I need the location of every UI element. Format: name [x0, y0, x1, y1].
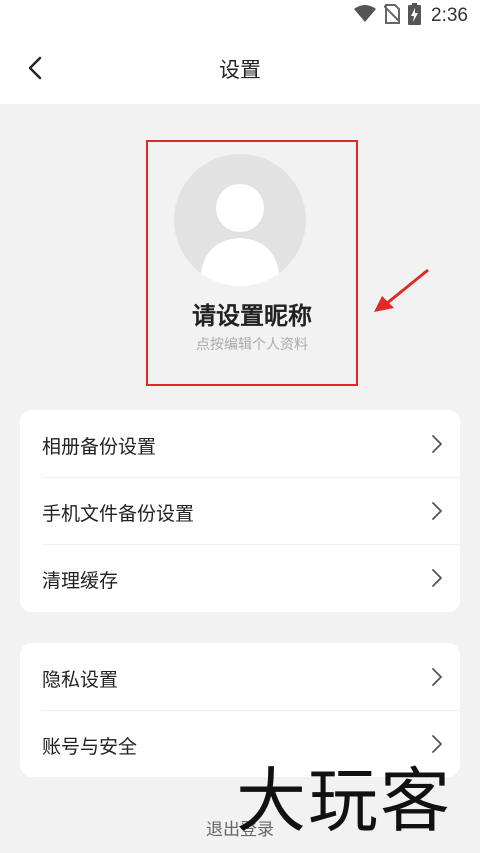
page-title: 设置: [219, 58, 261, 82]
profile-card[interactable]: 请设置昵称 点按编辑个人资料: [146, 140, 358, 386]
settings-item-privacy[interactable]: 隐私设置: [20, 643, 460, 710]
top-bar-background: 2:36 设置: [0, 0, 480, 104]
settings-item-album-backup[interactable]: 相册备份设置: [20, 410, 460, 477]
settings-item-label: 隐私设置: [42, 669, 119, 691]
status-time: 2:36: [431, 5, 468, 26]
settings-item-clear-cache[interactable]: 清理缓存: [20, 544, 460, 611]
chevron-right-icon: [432, 569, 442, 587]
settings-item-label: 账号与安全: [42, 736, 138, 758]
battery-charging-icon: [408, 3, 422, 29]
settings-item-label: 相册备份设置: [42, 436, 157, 458]
wifi-icon: [354, 5, 377, 27]
edit-profile-hint: 点按编辑个人资料: [196, 337, 308, 353]
status-icons: 2:36: [354, 3, 468, 29]
no-sim-icon: [383, 4, 401, 28]
header: 设置: [0, 36, 480, 104]
avatar[interactable]: [174, 154, 306, 286]
settings-item-label: 清理缓存: [42, 570, 119, 592]
chevron-right-icon: [432, 502, 442, 520]
chevron-right-icon: [432, 668, 442, 686]
nickname: 请设置昵称: [192, 302, 312, 330]
settings-group-2: 隐私设置 账号与安全: [20, 643, 460, 777]
annotation-arrow-icon: [374, 268, 429, 312]
status-bar: 2:36: [0, 0, 480, 32]
settings-item-label: 手机文件备份设置: [42, 503, 195, 525]
chevron-right-icon: [432, 435, 442, 453]
watermark: 大玩客: [236, 760, 452, 842]
chevron-right-icon: [432, 735, 442, 753]
settings-group-1: 相册备份设置 手机文件备份设置 清理缓存: [20, 410, 460, 612]
settings-item-file-backup[interactable]: 手机文件备份设置: [20, 477, 460, 544]
default-avatar-icon: [200, 184, 280, 286]
